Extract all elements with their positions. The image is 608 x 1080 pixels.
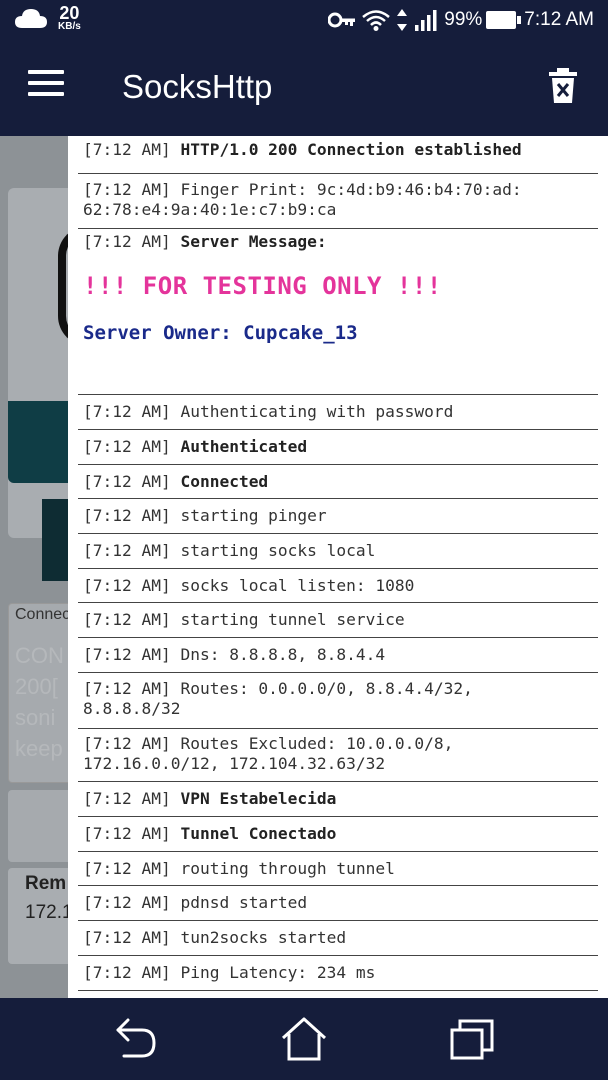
- back-icon[interactable]: [112, 1016, 160, 1062]
- log-entry: [7:12 AM] Authenticating with password: [78, 395, 598, 430]
- network-speed: 20 KB/s: [58, 4, 81, 32]
- background-remote-label: Rem: [25, 873, 67, 894]
- log-entry: [7:12 AM] routing through tunnel: [78, 852, 598, 886]
- battery-icon: [486, 11, 522, 29]
- log-entry: [7:12 AM] Authenticated: [78, 430, 598, 465]
- delete-icon[interactable]: [548, 68, 578, 104]
- log-entry: [7:12 AM] starting socks local: [78, 534, 598, 569]
- wifi-icon: [362, 10, 391, 31]
- log-entry: [7:12 AM] tun2socks started: [78, 921, 598, 956]
- background-remote-ip: 172.1: [25, 902, 73, 923]
- data-arrows-icon: [397, 9, 408, 31]
- network-speed-unit: KB/s: [58, 21, 81, 32]
- battery-percentage: 99%: [444, 9, 483, 30]
- log-entry: [7:12 AM] Tunnel Conectado: [78, 817, 598, 852]
- log-entry: [7:12 AM] Ping Latency: 234 ms: [78, 956, 598, 991]
- cloud-icon: [15, 9, 47, 28]
- log-entry: [7:12 AM] socks local listen: 1080: [78, 569, 598, 603]
- log-entry: [7:12 AM] Finger Print: 9c:4d:b9:46:b4:7…: [78, 174, 598, 229]
- log-entry: [7:12 AM] starting pinger: [78, 499, 598, 534]
- log-entry: [7:12 AM] Dns: 8.8.8.8, 8.8.4.4: [78, 638, 598, 673]
- server-warning: !!! FOR TESTING ONLY !!!: [83, 272, 442, 300]
- log-entry: [7:12 AM] Connected: [78, 465, 598, 499]
- log-entry: [7:12 AM] Routes: 0.0.0.0/0, 8.8.4.4/32,…: [78, 673, 598, 729]
- background-faded-text: CON 200[ soni keep: [15, 643, 64, 761]
- log-entry: [7:12 AM] HTTP/1.0 200 Connection establ…: [78, 140, 598, 174]
- status-left: 20 KB/s: [14, 4, 81, 32]
- background-connection-label: Connec: [15, 606, 71, 623]
- network-speed-value: 20: [59, 3, 80, 23]
- hamburger-menu-icon[interactable]: [28, 70, 64, 100]
- navigation-bar: [0, 998, 608, 1080]
- vpn-key-icon: [328, 12, 356, 28]
- log-entry: [7:12 AM] Routes Excluded: 10.0.0.0/8, 1…: [78, 729, 598, 782]
- server-owner: Server Owner: Cupcake_13: [83, 322, 358, 344]
- log-entry-server-message: [7:12 AM] Server Message:: [78, 229, 598, 395]
- log-drawer[interactable]: [7:12 AM] HTTP/1.0 200 Connection establ…: [68, 136, 608, 998]
- home-icon[interactable]: [280, 1016, 328, 1062]
- log-entry: [7:12 AM] starting tunnel service: [78, 603, 598, 638]
- status-bar: 20 KB/s 99% 7:12 AM: [0, 0, 608, 40]
- status-right: 99% 7:12 AM: [328, 8, 594, 32]
- signal-icon: [415, 10, 437, 31]
- log-entry: [7:12 AM] VPN Estabelecida: [78, 782, 598, 817]
- app-title: SocksHttp: [122, 68, 273, 105]
- log-entry: [7:12 AM] pdnsd started: [78, 886, 598, 921]
- app-bar: SocksHttp: [0, 40, 608, 136]
- recents-icon[interactable]: [448, 1016, 496, 1062]
- clock: 7:12 AM: [524, 9, 594, 30]
